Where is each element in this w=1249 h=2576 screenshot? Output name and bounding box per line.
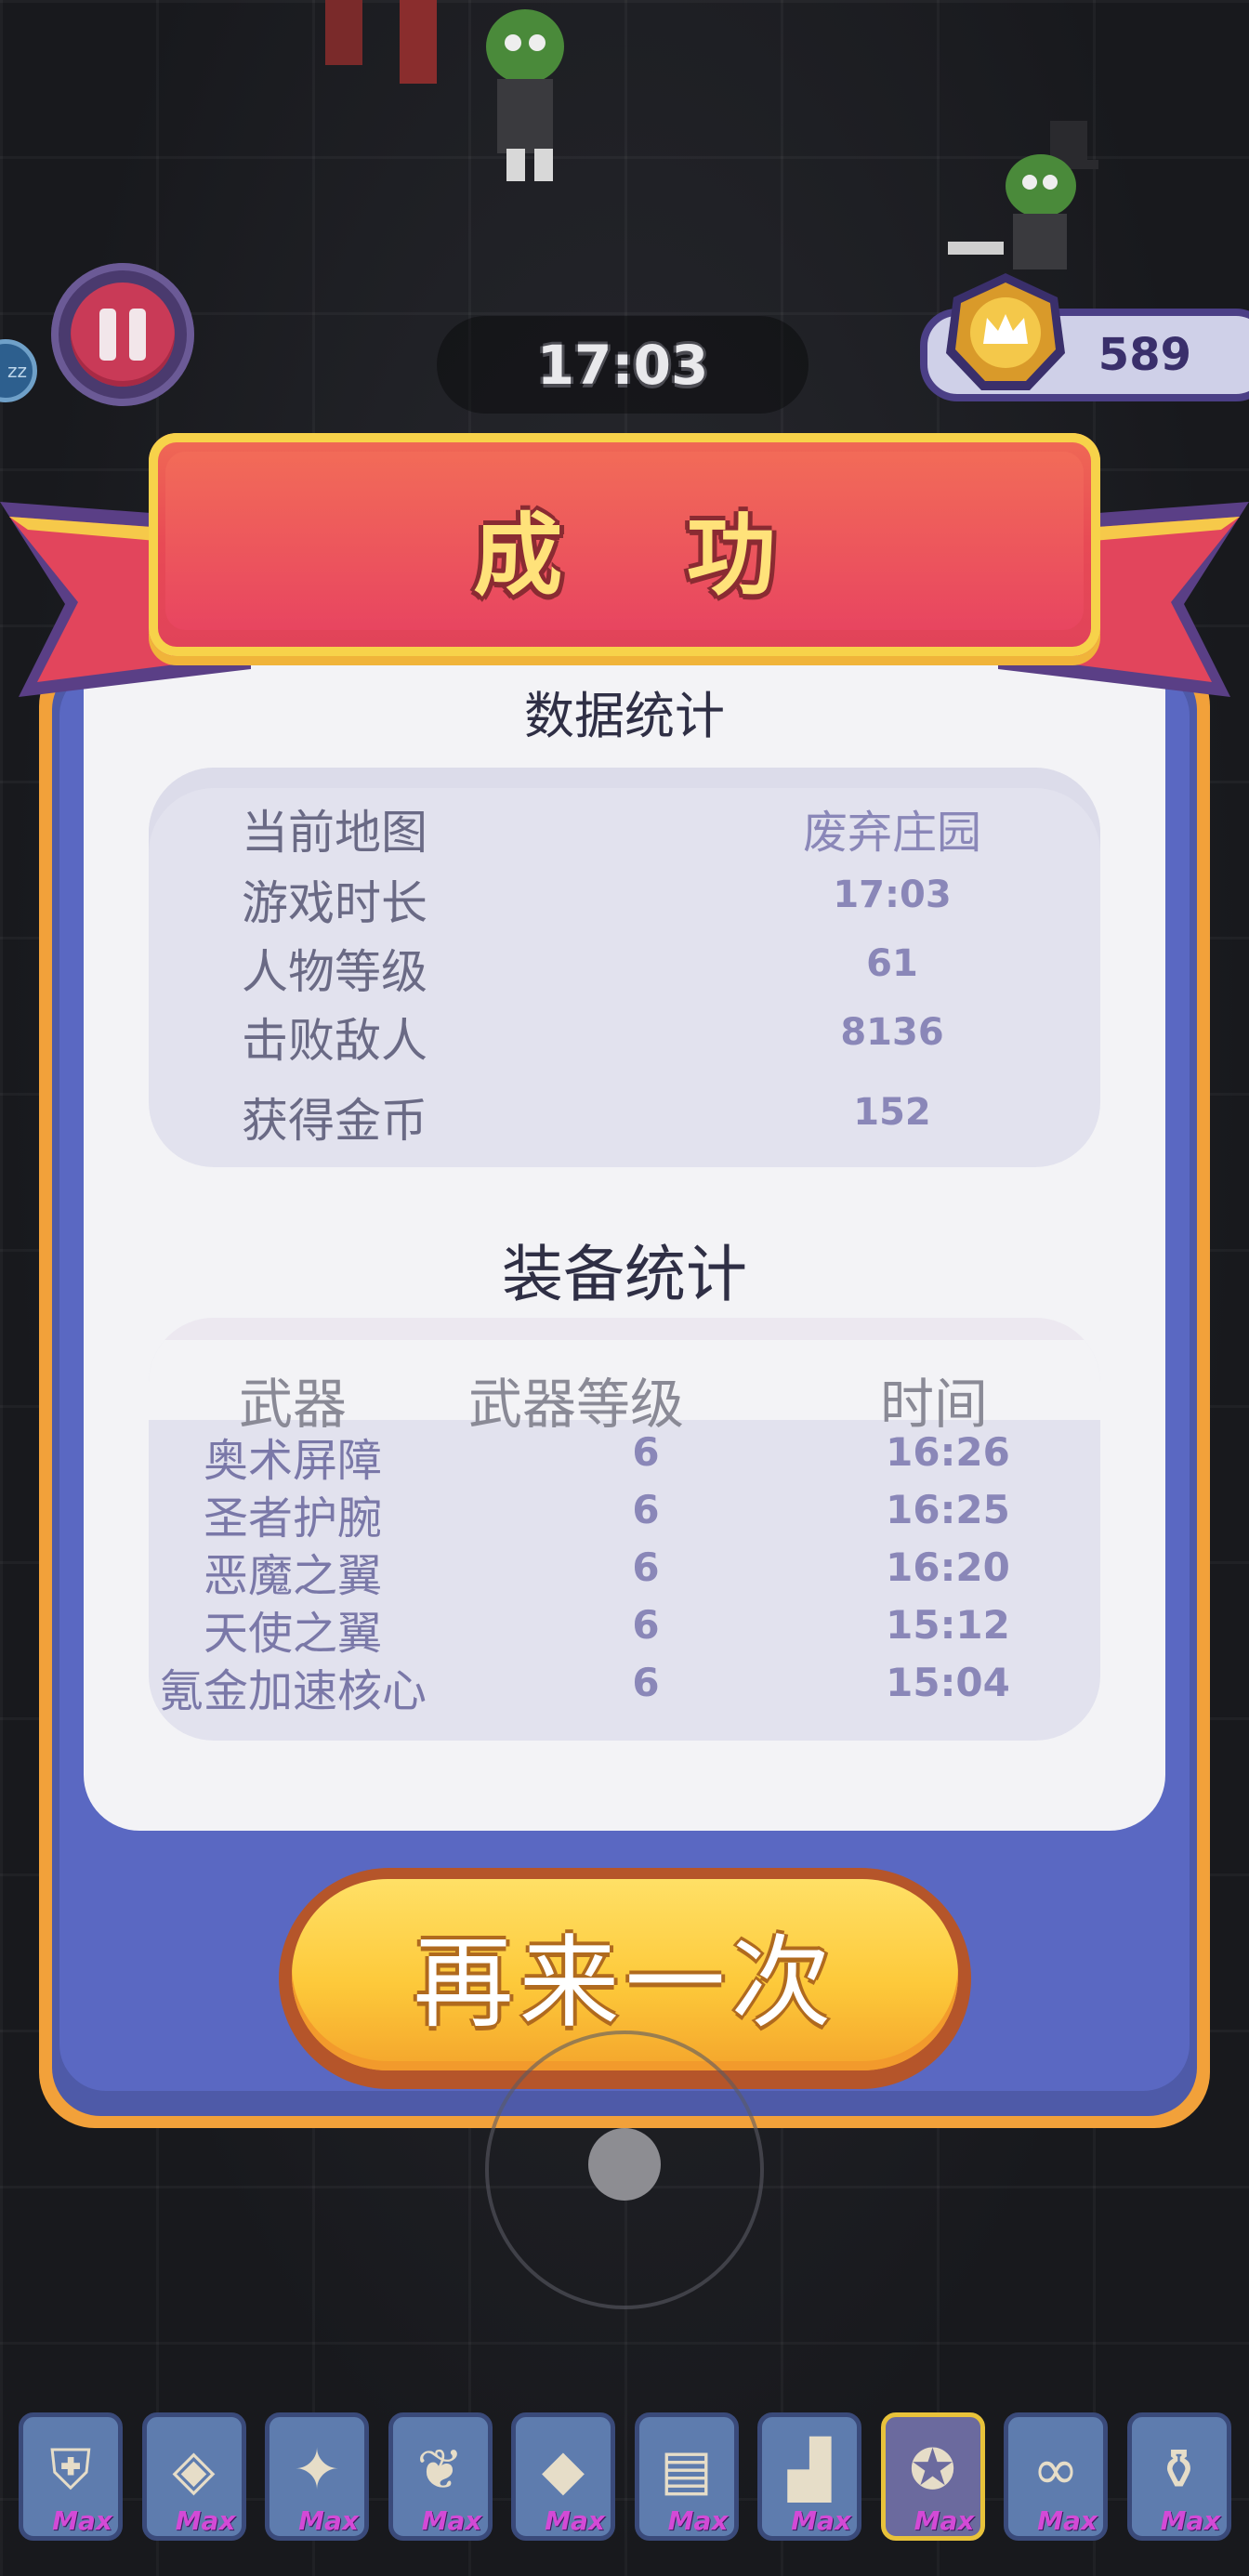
equip-time: 16:26 xyxy=(886,1429,1010,1475)
stat-value: 17:03 xyxy=(833,874,952,916)
equip-section-title: 装备统计 xyxy=(502,1239,747,1310)
stat-value: 废弃庄园 xyxy=(802,807,981,859)
game-timer: 17:03 xyxy=(437,316,809,414)
equip-name: 圣者护腕 xyxy=(203,1492,382,1544)
equip-level: 6 xyxy=(632,1429,660,1475)
timer-text: 17:03 xyxy=(536,333,709,397)
equip-level: 6 xyxy=(632,1544,660,1590)
stat-value: 152 xyxy=(853,1091,931,1134)
equip-level: 6 xyxy=(632,1660,660,1705)
equipment-slot[interactable]: ▤ Max xyxy=(634,2412,739,2541)
equipment-slot[interactable]: ◈ Max xyxy=(141,2412,246,2541)
stat-label: 击败敌人 xyxy=(242,1014,427,1068)
equipment-slot[interactable]: ◆ Max xyxy=(511,2412,615,2541)
pause-button[interactable] xyxy=(51,263,194,406)
shield-emblem-icon: ⛨ xyxy=(49,2438,92,2503)
side-badge-text: zz xyxy=(7,360,27,382)
core-icon: ✪ xyxy=(909,2438,956,2503)
equipment-table-header: 武器 武器等级 时间 xyxy=(149,1318,1100,1436)
equip-time: 16:25 xyxy=(886,1487,1010,1532)
equip-time: 15:12 xyxy=(886,1602,1010,1648)
equip-level: 6 xyxy=(632,1602,660,1648)
boot-icon: ▟ xyxy=(787,2438,832,2503)
equip-name: 氪金加速核心 xyxy=(158,1665,427,1717)
equip-time: 15:04 xyxy=(886,1660,1010,1705)
equip-name: 天使之翼 xyxy=(203,1608,382,1660)
equipment-slot[interactable]: ❦ Max xyxy=(388,2412,493,2541)
equip-time: 16:20 xyxy=(886,1544,1010,1590)
zombie-group-sprite xyxy=(325,0,564,181)
potion-icon: ⚱ xyxy=(1155,2438,1203,2503)
stat-row-duration: 游戏时长 17:03 xyxy=(149,866,1100,930)
zombie-top-hat-sprite xyxy=(948,121,1098,269)
max-badge: Max xyxy=(545,2505,605,2536)
stat-label: 当前地图 xyxy=(242,806,427,860)
stats-section-title: 数据统计 xyxy=(524,687,725,745)
equipment-slot[interactable]: ⛨ Max xyxy=(19,2412,123,2541)
equipment-slot[interactable]: ⚱ Max xyxy=(1126,2412,1231,2541)
equip-name: 恶魔之翼 xyxy=(203,1550,382,1602)
stat-value: 61 xyxy=(866,942,918,985)
stat-row-gold: 获得金币 152 xyxy=(149,1084,1100,1148)
equipment-slot[interactable]: ✦ Max xyxy=(265,2412,369,2541)
max-badge: Max xyxy=(791,2505,851,2536)
equipment-slot[interactable]: ▟ Max xyxy=(757,2412,861,2541)
book-icon: ▤ xyxy=(660,2438,713,2503)
stat-label: 获得金币 xyxy=(242,1094,427,1148)
crown-coin-icon xyxy=(946,273,1065,390)
equipment-slot[interactable]: ✪ Max xyxy=(880,2412,985,2541)
max-badge: Max xyxy=(298,2505,359,2536)
crystal-icon: ◆ xyxy=(541,2438,585,2503)
equipment-slot[interactable]: ∞ Max xyxy=(1004,2412,1108,2541)
score-value: 589 xyxy=(1098,329,1191,381)
equipment-row: 氪金加速核心 6 15:04 xyxy=(149,1654,1100,1717)
demon-wings-icon: ✦ xyxy=(293,2438,341,2503)
joystick-knob[interactable] xyxy=(588,2128,661,2201)
stat-row-level: 人物等级 61 xyxy=(149,935,1100,999)
stat-label: 游戏时长 xyxy=(242,876,427,930)
result-title: 成 功 xyxy=(473,504,822,608)
stat-label: 人物等级 xyxy=(242,945,427,999)
rope-icon: ∞ xyxy=(1032,2438,1079,2503)
equipment-row: 圣者护腕 6 16:25 xyxy=(149,1481,1100,1544)
max-badge: Max xyxy=(421,2505,482,2536)
equip-name: 奥术屏障 xyxy=(203,1435,382,1487)
max-badge: Max xyxy=(175,2505,236,2536)
max-badge: Max xyxy=(52,2505,112,2536)
max-badge: Max xyxy=(1160,2505,1221,2536)
equipment-table: 武器 武器等级 时间 奥术屏障 6 16:26 圣者护腕 6 16:25 恶魔之… xyxy=(149,1318,1100,1741)
stats-table: 当前地图 废弃庄园 游戏时长 17:03 人物等级 61 击败敌人 8136 获… xyxy=(149,768,1100,1167)
stat-row-map: 当前地图 废弃庄园 xyxy=(149,795,1100,860)
equipment-row: 奥术屏障 6 16:26 xyxy=(149,1424,1100,1487)
stat-value: 8136 xyxy=(840,1011,944,1054)
max-badge: Max xyxy=(667,2505,729,2536)
bracer-icon: ◈ xyxy=(172,2438,216,2503)
equipment-row: 天使之翼 6 15:12 xyxy=(149,1597,1100,1660)
max-badge: Max xyxy=(1037,2505,1098,2536)
equip-level: 6 xyxy=(632,1487,660,1532)
pause-icon xyxy=(71,283,175,387)
retry-button-label: 再来一次 xyxy=(413,1925,837,2042)
angel-wings-icon: ❦ xyxy=(416,2438,464,2503)
stat-row-kills: 击败敌人 8136 xyxy=(149,1004,1100,1068)
equipment-row: 恶魔之翼 6 16:20 xyxy=(149,1539,1100,1602)
max-badge: Max xyxy=(914,2505,975,2536)
